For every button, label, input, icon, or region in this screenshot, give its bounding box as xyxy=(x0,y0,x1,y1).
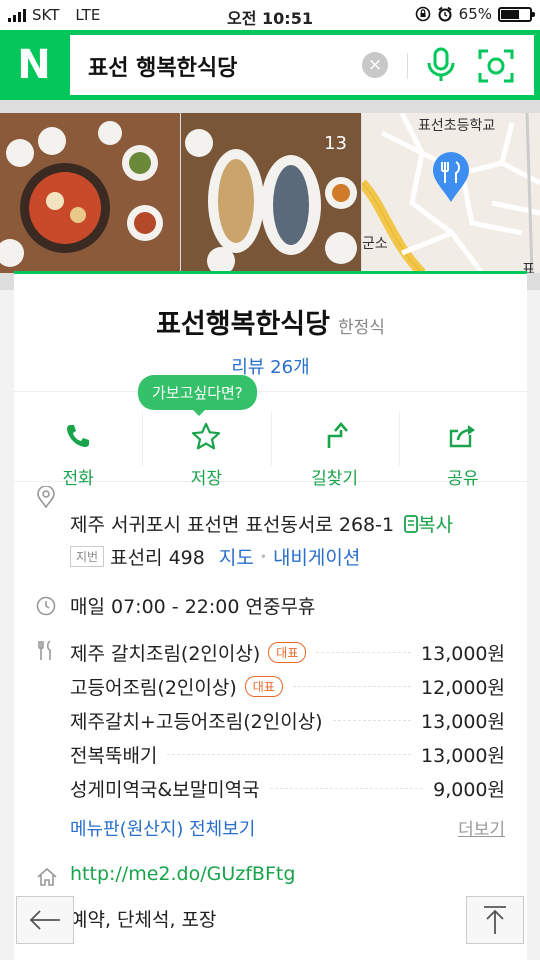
map-link[interactable]: 지도 xyxy=(219,547,254,569)
action-bar: 가보고싶다면? 전화 저장 길찾기 공유 xyxy=(14,375,527,489)
separator-dot: • xyxy=(259,550,267,564)
menu-board-link[interactable]: 메뉴판(원산지) 전체보기 xyxy=(70,815,255,841)
restaurant-pin-icon xyxy=(433,152,469,202)
jibun-address: 표선리 498 xyxy=(110,547,205,569)
map-label: 표선초등학교 xyxy=(418,118,496,134)
menu-item-name: 제주갈치+고등어조림(2인이상) xyxy=(70,710,323,733)
call-button[interactable]: 전화 xyxy=(14,392,142,489)
navigation-link[interactable]: 내비게이션 xyxy=(273,547,360,569)
share-icon xyxy=(449,425,475,448)
save-button[interactable]: 저장 xyxy=(142,392,270,489)
menu-item-name: 고등어조림(2인이상) xyxy=(70,676,237,699)
menu-item-price: 12,000원 xyxy=(421,676,505,699)
menu-section: 제주 갈치조림(2인이상) 대표 13,000원 고등어조림(2인이상) 대표 12,00… xyxy=(36,635,505,841)
review-count-link[interactable]: 리뷰 26개 xyxy=(14,353,527,379)
hours-row: 매일 07:00 - 22:00 연중무휴 xyxy=(36,592,505,619)
homepage-row: http://me2.do/GUzfBFtg xyxy=(36,863,505,886)
status-bar: SKT LTE 오전 10:51 65% xyxy=(0,0,540,30)
jibun-tag: 지번 xyxy=(70,546,105,567)
address-row: 제주 서귀포시 표선면 표선동서로 268-1 복사 지번 표선리 498 지도 •… xyxy=(36,482,505,570)
directions-icon xyxy=(327,422,348,448)
menu-item-price: 13,000원 xyxy=(421,710,505,733)
menu-item-name: 전복뚝배기 xyxy=(70,744,158,767)
menu-item-name: 성게미역국&보말미역국 xyxy=(70,778,260,801)
homepage-link[interactable]: http://me2.do/GUzfBFtg xyxy=(70,863,295,885)
menu-leader xyxy=(316,651,412,653)
alarm-icon xyxy=(438,6,452,22)
search-divider xyxy=(407,53,408,79)
menu-item-price: 13,000원 xyxy=(421,744,505,767)
search-box: 표선 행복한식당 × xyxy=(70,35,534,95)
menu-item: 제주갈치+고등어조림(2인이상) 13,000원 xyxy=(70,703,505,737)
amenities: 예약, 단체석, 포장 xyxy=(70,909,217,931)
signature-badge: 대표 xyxy=(244,675,283,697)
menu-item-name: 제주 갈치조림(2인이상) xyxy=(70,642,261,665)
menu-leader xyxy=(332,719,412,721)
smart-lens-icon[interactable] xyxy=(478,49,514,83)
fork-knife-icon xyxy=(38,640,51,660)
business-hours: 매일 07:00 - 22:00 연중무휴 xyxy=(70,596,316,618)
place-name: 표선행복한식당 xyxy=(156,309,330,340)
food-photo[interactable] xyxy=(0,113,180,273)
star-icon xyxy=(192,422,221,450)
arrow-up-icon xyxy=(484,906,506,934)
menu-item: 성게미역국&보말미역국 9,000원 xyxy=(70,771,505,805)
location-map[interactable]: 표선초등학교 군소 표선 xyxy=(362,113,540,273)
more-menu-link[interactable]: 더보기 xyxy=(458,815,505,841)
menu-item: 제주 갈치조림(2인이상) 대표 13,000원 xyxy=(70,635,505,669)
clock-icon xyxy=(36,596,56,616)
search-input[interactable]: 표선 행복한식당 xyxy=(88,50,237,82)
directions-button[interactable]: 길찾기 xyxy=(270,392,399,489)
menu-item-price: 13,000원 xyxy=(421,642,505,665)
share-button[interactable]: 공유 xyxy=(398,392,527,489)
menu-item: 전복뚝배기 13,000원 xyxy=(70,737,505,771)
menu-item-price: 9,000원 xyxy=(433,778,505,801)
signature-badge: 대표 xyxy=(268,641,307,663)
map-label: 군소 xyxy=(362,236,388,252)
photo-gallery: 13 표선초등학교 군소 표선 xyxy=(0,100,540,290)
menu-item: 고등어조림(2인이상) 대표 12,000원 xyxy=(70,669,505,703)
rotation-lock-icon xyxy=(415,6,430,22)
menu-leader xyxy=(292,685,412,687)
phone-icon xyxy=(67,425,90,447)
menu-leader xyxy=(269,787,424,789)
photo-count: 13 xyxy=(324,133,347,154)
copy-address-button[interactable]: 복사 xyxy=(404,514,453,536)
amenities-row: 예약, 단체석, 포장 xyxy=(36,905,505,932)
copy-label: 복사 xyxy=(418,514,454,536)
place-category: 한정식 xyxy=(337,318,385,338)
search-bar: N 표선 행복한식당 × xyxy=(0,30,540,100)
place-info: 제주 서귀포시 표선면 표선동서로 268-1 복사 지번 표선리 498 지도 •… xyxy=(14,482,527,932)
microphone-icon[interactable] xyxy=(425,47,457,83)
home-icon xyxy=(37,867,57,886)
scroll-top-button[interactable] xyxy=(466,896,524,944)
place-header: 표선행복한식당 한정식 리뷰 26개 xyxy=(14,274,527,392)
battery-percent: 65% xyxy=(458,5,492,23)
menu-leader xyxy=(167,753,412,755)
copy-icon xyxy=(404,515,419,533)
naver-logo[interactable]: N xyxy=(8,39,60,91)
battery-icon xyxy=(498,6,535,22)
menu-list: 제주 갈치조림(2인이상) 대표 13,000원 고등어조림(2인이상) 대표 12,00… xyxy=(70,635,505,805)
food-photo[interactable]: 13 xyxy=(181,113,361,273)
clear-icon[interactable]: × xyxy=(362,52,388,78)
place-card: 표선행복한식당 한정식 리뷰 26개 가보고싶다면? 전화 저장 길찾기 공유 … xyxy=(14,271,527,960)
location-icon xyxy=(37,486,55,508)
road-address: 제주 서귀포시 표선면 표선동서로 268-1 xyxy=(70,514,395,536)
back-button[interactable] xyxy=(16,896,74,944)
arrow-left-icon xyxy=(29,910,60,930)
